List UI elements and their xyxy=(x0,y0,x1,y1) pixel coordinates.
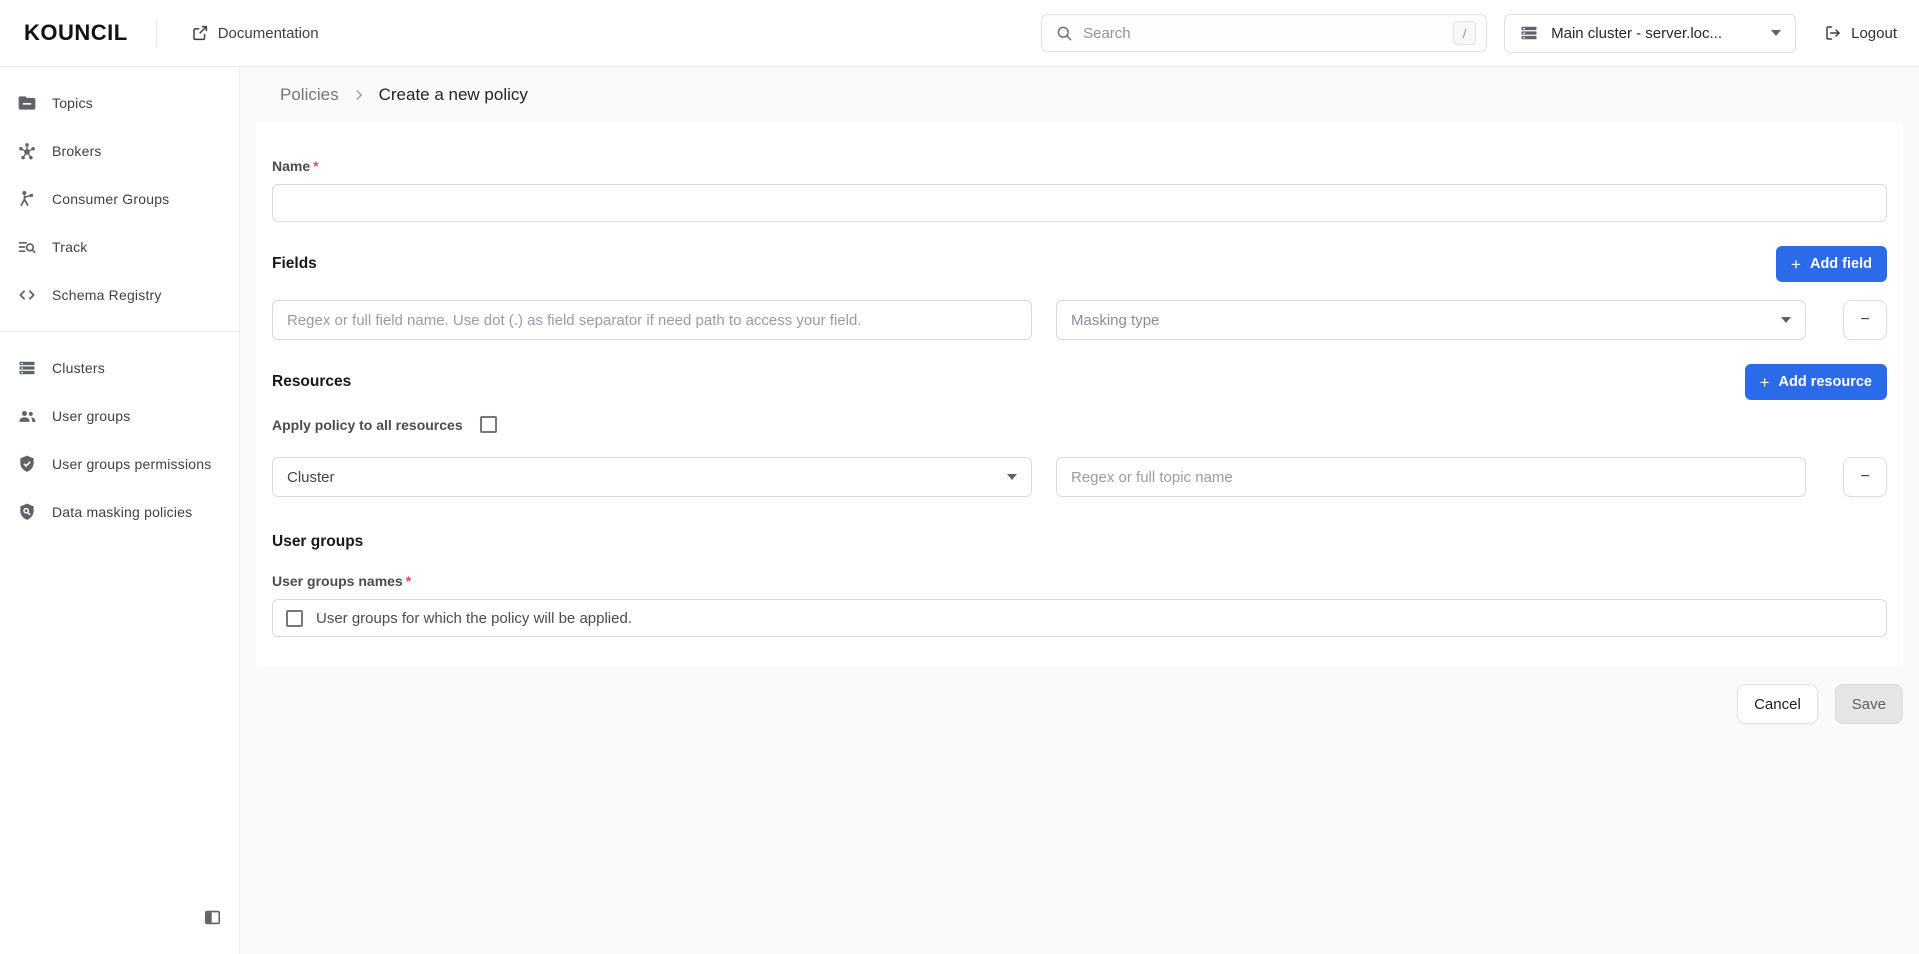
remove-field-button[interactable]: − xyxy=(1843,300,1887,340)
sidebar-item-user-groups-permissions[interactable]: User groups permissions xyxy=(0,440,239,488)
resource-type-select[interactable]: Cluster xyxy=(272,457,1032,497)
chevron-down-icon xyxy=(1781,317,1791,323)
sidebar-item-label: User groups permissions xyxy=(52,456,212,472)
sidebar-item-clusters[interactable]: Clusters xyxy=(0,344,239,392)
sidebar-item-schema-registry[interactable]: Schema Registry xyxy=(0,271,239,319)
masking-type-placeholder: Masking type xyxy=(1071,311,1160,329)
sidebar-item-label: Schema Registry xyxy=(52,287,162,303)
topics-folder-icon xyxy=(18,96,36,110)
topic-name-input[interactable] xyxy=(1056,457,1806,497)
fields-heading: Fields xyxy=(272,255,317,272)
sidebar-item-consumer-groups[interactable]: Consumer Groups xyxy=(0,175,239,223)
sidebar-item-label: User groups xyxy=(52,408,131,424)
user-groups-select-all-checkbox[interactable] xyxy=(286,609,303,627)
sidebar-item-label: Brokers xyxy=(52,143,102,159)
sidebar-primary-group: Topics Brokers Consumer Groups Track Sch… xyxy=(0,67,239,319)
apply-policy-row: Apply policy to all resources xyxy=(272,416,1887,433)
remove-resource-button[interactable]: − xyxy=(1843,457,1887,497)
chevron-right-icon xyxy=(355,89,362,100)
consumer-groups-icon xyxy=(20,191,33,206)
field-name-input[interactable] xyxy=(272,300,1032,340)
name-label: Name * xyxy=(272,158,319,174)
breadcrumb-policies-link[interactable]: Policies xyxy=(280,85,339,105)
plus-icon: + xyxy=(1791,254,1801,274)
main-content: Policies Create a new policy Name * Field… xyxy=(240,67,1919,954)
minus-icon: − xyxy=(1860,311,1870,328)
sidebar-item-data-masking-policies[interactable]: Data masking policies xyxy=(0,488,239,536)
policy-name-input[interactable] xyxy=(272,184,1887,222)
policy-form-card: Name* Fields + Add field Masking type − xyxy=(256,122,1903,667)
cancel-button[interactable]: Cancel xyxy=(1737,684,1818,724)
user-groups-selector[interactable]: User groups for which the policy will be… xyxy=(272,599,1887,637)
sidebar-item-track[interactable]: Track xyxy=(0,223,239,271)
breadcrumb-current: Create a new policy xyxy=(378,84,528,104)
chevron-down-icon xyxy=(1771,30,1782,36)
external-link-icon xyxy=(192,25,207,41)
save-button[interactable]: Save xyxy=(1834,684,1903,724)
sidebar-item-brokers[interactable]: Brokers xyxy=(0,127,239,175)
minus-icon: − xyxy=(1860,468,1870,485)
add-field-button[interactable]: + Add field xyxy=(1776,246,1887,282)
field-row: Masking type − xyxy=(272,300,1887,340)
user-groups-names-label: User groups names * xyxy=(272,573,412,589)
sidebar-item-label: Track xyxy=(52,239,88,255)
sidebar-item-user-groups[interactable]: User groups xyxy=(0,392,239,440)
storage-icon xyxy=(1521,26,1537,40)
resource-type-value: Cluster xyxy=(287,468,335,486)
brokers-hub-icon xyxy=(19,143,35,160)
user-groups-section-header: User groups xyxy=(272,533,1887,551)
logout-label: Logout xyxy=(1851,24,1897,42)
topbar: KOUNCIL Documentation / Main cluster - s… xyxy=(0,0,1919,67)
resources-heading: Resources xyxy=(272,373,352,390)
documentation-link[interactable]: Documentation xyxy=(191,24,319,42)
plus-icon: + xyxy=(1759,372,1770,392)
sidebar-item-label: Topics xyxy=(52,95,93,111)
apply-policy-label: Apply policy to all resources xyxy=(272,416,463,433)
search-shortcut-badge: / xyxy=(1453,21,1477,45)
masking-type-select[interactable]: Masking type xyxy=(1056,300,1806,340)
required-asterisk: * xyxy=(313,158,319,174)
fields-section-header: Fields + Add field xyxy=(272,246,1887,282)
schema-registry-code-icon xyxy=(19,290,35,300)
cluster-selector-value: Main cluster - server.loc... xyxy=(1551,24,1722,42)
logout-button[interactable]: Logout xyxy=(1824,24,1897,42)
breadcrumb: Policies Create a new policy xyxy=(240,67,1919,122)
logout-icon xyxy=(1826,26,1840,40)
documentation-label: Documentation xyxy=(217,24,319,42)
user-groups-selector-placeholder: User groups for which the policy will be… xyxy=(316,609,632,627)
required-asterisk: * xyxy=(405,573,412,589)
user-groups-heading: User groups xyxy=(272,533,364,550)
sidebar-item-label: Clusters xyxy=(52,360,105,376)
resources-section-header: Resources + Add resource xyxy=(272,364,1887,400)
search-icon xyxy=(1057,26,1072,41)
cluster-selector[interactable]: Main cluster - server.loc... xyxy=(1504,13,1797,53)
sidebar: Topics Brokers Consumer Groups Track Sch… xyxy=(0,67,240,954)
sidebar-divider xyxy=(0,331,239,332)
clusters-storage-icon xyxy=(19,361,35,375)
apply-policy-checkbox[interactable] xyxy=(479,416,497,433)
form-actions: Cancel Save xyxy=(240,684,1903,724)
topbar-divider xyxy=(155,19,157,47)
sidebar-item-label: Data masking policies xyxy=(52,504,193,520)
resource-row: Cluster − xyxy=(272,457,1887,497)
user-groups-permissions-shield-icon xyxy=(20,455,34,472)
search-box[interactable]: / xyxy=(1041,14,1488,52)
search-input[interactable] xyxy=(1083,24,1454,42)
user-groups-people-icon xyxy=(19,411,36,422)
sidebar-item-topics[interactable]: Topics xyxy=(0,79,239,127)
sidebar-collapse-button[interactable] xyxy=(203,908,222,927)
sidebar-secondary-group: Clusters User groups User groups permiss… xyxy=(0,344,239,536)
chevron-down-icon xyxy=(1007,474,1017,480)
kouncil-logo: KOUNCIL xyxy=(24,20,128,45)
sidebar-item-label: Consumer Groups xyxy=(52,191,170,207)
data-masking-policies-shield-search-icon xyxy=(20,503,34,520)
collapse-sidebar-icon xyxy=(204,910,221,925)
track-search-icon xyxy=(18,242,36,254)
add-resource-button[interactable]: + Add resource xyxy=(1744,364,1887,400)
